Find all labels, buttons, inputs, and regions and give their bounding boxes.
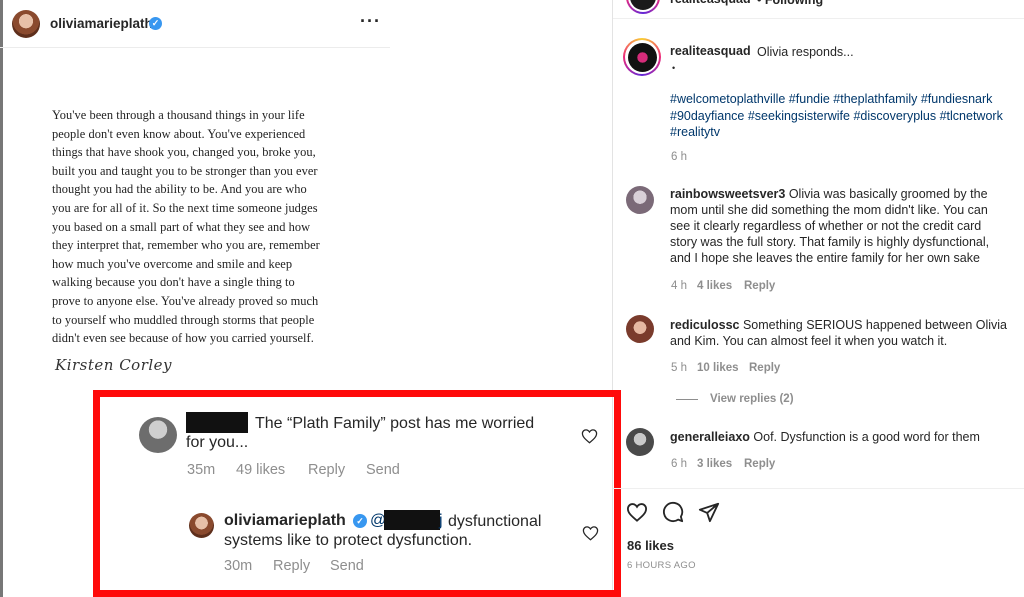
hashtag-line[interactable]: #90dayfiance #seekingsisterwife #discove… [670,108,1003,125]
verified-badge-icon: ✓ [149,17,162,30]
verified-badge-icon: ✓ [353,514,367,528]
reply-button[interactable]: Reply [273,558,310,574]
window-left-edge [0,0,3,597]
heart-outline-icon[interactable] [582,525,599,541]
reply-username[interactable]: oliviamarieplath [224,512,346,530]
likes-count[interactable]: 86 likes [627,538,674,553]
caption-text: Olivia responds... [757,45,854,59]
comment-time: 4 h [671,280,687,292]
commenter-avatar[interactable] [626,428,654,456]
comment-likes[interactable]: 10 likes [697,362,739,374]
reply-author-avatar[interactable] [189,513,214,538]
commenter-avatar[interactable] [626,315,654,343]
commenter-avatar[interactable] [139,417,177,453]
comment-body: rainbowsweetsver3 Olivia was basically g… [670,186,1020,202]
caption-dot: • [672,63,676,73]
quote-line: how much you've overcome and smile and k… [52,256,293,271]
caption-avatar[interactable] [623,38,661,76]
comment-username[interactable]: rediculossc [670,318,739,332]
redacted-username [186,412,248,433]
send-button[interactable]: Send [366,462,400,478]
comment-line: and Kim. You can almost feel it when you… [670,334,948,348]
comment-likes[interactable]: 49 likes [236,462,285,478]
hashtags: #welcometoplathville #fundie #theplathfa… [670,91,1003,141]
comment-time: 35m [187,462,216,478]
author-username[interactable]: oliviamarieplath [50,16,153,31]
quote-line: to yourself who muddled through storms t… [52,312,315,327]
comment-time: 6 h [671,458,687,470]
comment-likes[interactable]: 4 likes [697,280,732,292]
hashtag-line[interactable]: #welcometoplathville #fundie #theplathfa… [670,91,1003,108]
view-replies-button[interactable]: View replies (2) [710,393,794,405]
caption-time: 6 h [671,151,687,163]
quote-line: you are for all of it. So the next time … [52,200,318,215]
comment-time: 5 h [671,362,687,374]
quote-line: didn't even see because of how you carri… [52,331,314,346]
quote-line: built you and taught you to be stronger … [52,163,318,178]
comment-line: and I hope she leaves the entire family … [670,251,980,265]
comment-username[interactable]: rainbowsweetsver3 [670,187,785,201]
quote-line: they interpret that, remember who you ar… [52,238,320,253]
post-header: oliviamarieplath ✓ ··· [0,0,390,48]
comment-line: Something SERIOUS happened between Olivi… [742,318,1008,332]
quote-line: prove to anyone else. You've already pro… [52,293,319,308]
following-status[interactable]: • Following [757,0,823,8]
comment-line: Oof. Dysfunction is a good word for them [753,430,980,444]
header-username[interactable]: realiteasquad [670,0,751,6]
comment-line: Olivia was basically groomed by the [788,187,988,201]
comment-text-line1: The “Plath Family” post has me worried [255,415,535,432]
quote-signature: Kirsten Corley [55,356,173,374]
redacted-mention [384,510,440,530]
author-avatar[interactable] [12,10,40,38]
quote-image-text: You've been through a thousand things in… [52,106,352,348]
reply-text-line1: dysfunctional [448,513,542,530]
comment-continuation: mom until she did something the mom didn… [670,202,989,266]
comment-line: mom until she did something the mom didn… [670,203,988,217]
quote-line: thought you had the ability to be. And y… [52,182,307,197]
comment-body: rediculossc Something SERIOUS happened b… [670,317,1020,333]
reply-button[interactable]: Reply [744,280,775,292]
reply-button[interactable]: Reply [744,458,775,470]
comment-username[interactable]: generalleiaxo [670,430,750,444]
caption-username[interactable]: realiteasquad [670,44,751,58]
more-horizontal-icon[interactable]: ··· [360,11,381,32]
comment-line: story was the full story. That family is… [670,235,990,249]
share-icon[interactable] [698,501,720,523]
heart-icon[interactable] [626,502,648,522]
comment-text-line2: for you... [186,434,249,451]
reply-button[interactable]: Reply [749,362,780,374]
reply-time: 30m [224,558,253,574]
quote-line: people don't even know about. You've exp… [52,126,306,141]
actions-divider [613,488,1024,489]
comment-line: see it clearly regardless of whether or … [670,219,982,233]
view-replies-line [676,399,698,400]
quote-line: You've been through a thousand things in… [52,108,305,122]
posted-time: 6 HOURS AGO [627,560,696,571]
comment-likes[interactable]: 3 likes [697,458,732,470]
quote-line: things that have shook you, changed you,… [52,145,316,160]
reply-button[interactable]: Reply [308,462,345,478]
quote-line: walking because you don't have a single … [52,275,295,290]
comment-body: generalleiaxo Oof. Dysfunction is a good… [670,429,980,445]
reply-text-line2: systems like to protect dysfunction. [224,532,473,549]
heart-outline-icon[interactable] [581,428,598,444]
hashtag-line[interactable]: #realitytv [670,124,1003,141]
mention-suffix[interactable]: j [439,512,443,530]
comment-icon[interactable] [662,501,684,523]
send-button[interactable]: Send [330,558,364,574]
header-avatar[interactable] [626,0,660,14]
quote-line: you based on a small part of what they s… [52,219,311,234]
header-divider [613,18,1024,19]
commenter-avatar[interactable] [626,186,654,214]
